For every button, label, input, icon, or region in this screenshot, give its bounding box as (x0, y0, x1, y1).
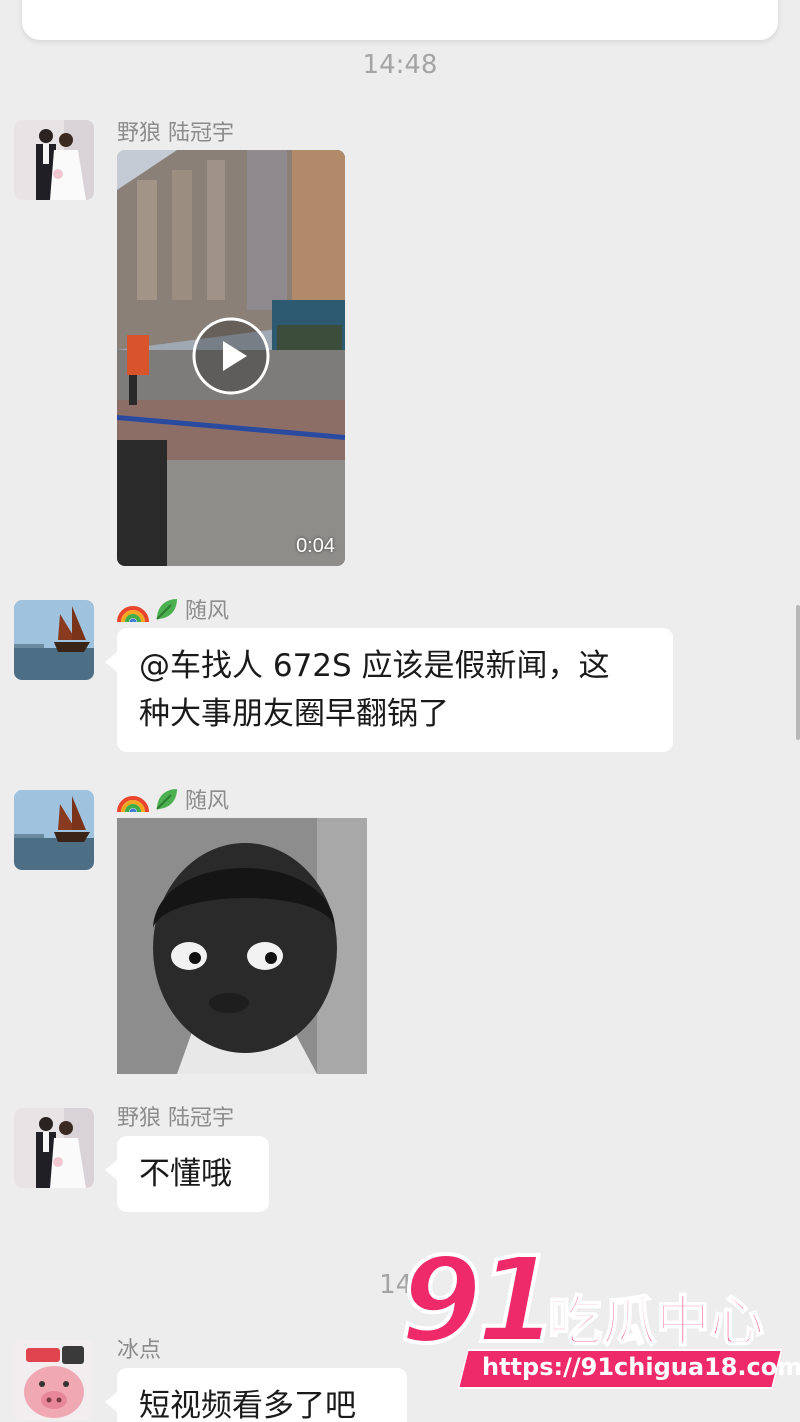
rainbow-icon (117, 796, 149, 813)
message-line: 短视频看多了吧 (139, 1388, 356, 1422)
scrollbar[interactable] (796, 605, 800, 740)
watermark-title: 吃瓜中心 (547, 1289, 765, 1354)
sender-name: 随风 (185, 599, 230, 624)
watermark-url: https://91chigua18.com (482, 1353, 800, 1381)
sender-name: 随风 (185, 789, 230, 814)
sticker-image[interactable] (117, 818, 367, 1074)
message-bubble[interactable]: @车找人 672S 应该是假新闻，这 种大事朋友圈早翻锅了 (105, 628, 673, 752)
leaf-icon (156, 599, 177, 620)
avatar-sailboat[interactable] (14, 600, 94, 680)
sender-row: 随风 (117, 783, 229, 815)
play-icon[interactable] (191, 316, 271, 396)
message-line: 种大事朋友圈早翻锅了 (139, 696, 449, 732)
timestamp: 14:48 (362, 50, 438, 80)
message-line: @车找人 672S 应该是假新闻，这 (139, 648, 610, 684)
sender-row: 随风 (117, 593, 229, 625)
avatar-sailboat[interactable] (14, 790, 94, 870)
video-duration: 0:04 (296, 535, 335, 557)
watermark: 91 吃瓜中心 https://91chigua18.com (398, 1229, 800, 1405)
previous-message-card (22, 0, 778, 40)
message-bubble[interactable]: 短视频看多了吧 (105, 1368, 407, 1422)
message-line: 不懂哦 (139, 1156, 232, 1192)
avatar-wedding[interactable] (14, 120, 94, 200)
sender-name: 野狼 陆冠宇 (117, 121, 234, 146)
rainbow-icon (117, 606, 149, 623)
video-thumbnail[interactable]: 0:04 (117, 150, 345, 566)
message-bubble[interactable]: 不懂哦 (105, 1136, 269, 1212)
sender-name: 野狼 陆冠宇 (117, 1106, 234, 1131)
avatar-pig[interactable] (14, 1340, 94, 1420)
avatar-wedding[interactable] (14, 1108, 94, 1188)
sender-name: 冰点 (117, 1338, 162, 1363)
leaf-icon (156, 789, 177, 810)
